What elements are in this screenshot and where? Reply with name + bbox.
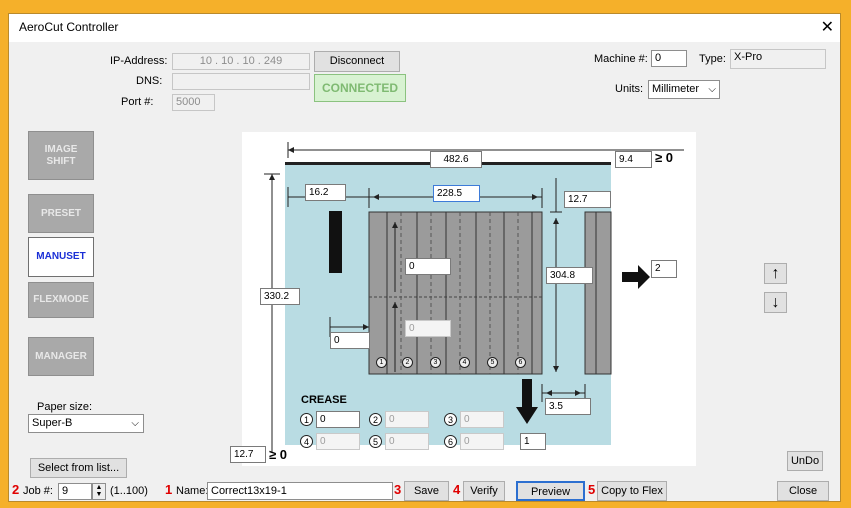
crease-marker-4: 4 [459,357,470,368]
sidebar-item-image-shift[interactable]: IMAGE SHIFT [28,131,94,180]
right-margin-note: ≥ 0 [655,150,673,165]
close-button[interactable]: Close [777,481,829,501]
top-margin-field[interactable]: 12.7 [564,191,611,208]
crease-1-field[interactable]: 0 [316,411,360,428]
crease-5-field[interactable]: 0 [385,433,429,450]
copy-to-flex-button[interactable]: Copy to Flex [597,481,667,501]
crease-index-5: 5 [369,435,382,448]
marker-2: 2 [12,482,20,497]
sheet-width-field[interactable]: 482.6 [430,151,482,168]
marker-4: 4 [453,482,461,497]
gap-field[interactable]: 3.5 [545,398,591,415]
title-bar: AeroCut Controller ✕ [9,14,840,42]
select-from-list-button[interactable]: Select from list... [30,458,127,478]
crease-index-3: 3 [444,413,457,426]
next-card-block [584,211,612,375]
dns-label: DNS: [136,75,163,87]
offset-c-field[interactable]: 0 [330,332,370,349]
job-name-field[interactable]: Correct13x19-1 [207,482,393,500]
port-label: Port #: [121,96,154,108]
crease-marker-2: 2 [402,357,413,368]
marker-3: 3 [394,482,402,497]
crease-index-2: 2 [369,413,382,426]
machine-number-label: Machine #: [594,53,648,65]
crease-count-field[interactable]: 1 [520,433,546,450]
offset-b-field[interactable]: 0 [405,320,451,337]
units-label: Units: [615,83,644,95]
window-title: AeroCut Controller [19,20,119,34]
machine-number-field[interactable]: 0 [651,50,687,67]
preview-button[interactable]: Preview [516,481,585,501]
paper-size-value: Super-B [32,417,73,429]
sidebar-item-flexmode[interactable]: FLEXMODE [28,282,94,318]
sidebar-item-manager[interactable]: MANAGER [28,337,94,376]
move-down-button[interactable]: ↓ [764,292,787,313]
chevron-down-icon: ⌵ [708,84,716,95]
job-range-label: (1..100) [110,485,148,497]
sheet-height-field[interactable]: 330.2 [260,288,300,305]
crease-2-field[interactable]: 0 [385,411,429,428]
marker-5: 5 [588,482,596,497]
disconnect-button[interactable]: Disconnect [314,51,400,72]
ip-address-label: IP-Address: [110,55,168,67]
right-margin-field[interactable]: 9.4 [615,151,652,168]
crease-index-6: 6 [444,435,457,448]
marker-1: 1 [165,482,173,497]
bottom-margin-field[interactable]: 12.7 [230,446,266,463]
ip-address-field[interactable]: 10 . 10 . 10 . 249 [172,53,310,70]
columns-field[interactable]: 2 [651,260,677,278]
verify-button[interactable]: Verify [463,481,505,501]
crease-marker-6: 6 [515,357,526,368]
job-number-spinner[interactable]: ▲ ▼ [92,483,106,500]
lead-margin-field[interactable]: 16.2 [305,184,346,201]
units-select[interactable]: Millimeter ⌵ [648,80,720,99]
card-height-field[interactable]: 304.8 [546,267,593,284]
offset-a-field[interactable]: 0 [405,258,451,275]
close-window-icon[interactable]: ✕ [821,17,834,37]
paper-size-label: Paper size: [37,401,93,413]
columns-arrow [622,265,650,289]
crease-3-field[interactable]: 0 [460,411,504,428]
sidebar-item-manuset[interactable]: MANUSET [28,237,94,277]
connection-status-badge: CONNECTED [314,74,406,102]
crease-title: CREASE [301,394,347,406]
crease-index-4: 4 [300,435,313,448]
app-window: AeroCut Controller ✕ IP-Address: 10 . 10… [8,13,841,502]
crease-6-field[interactable]: 0 [460,433,504,450]
save-button[interactable]: Save [404,481,449,501]
crease-marker-3: 3 [430,357,441,368]
paper-size-select[interactable]: Super-B ⌵ [28,414,144,433]
bottom-margin-note: ≥ 0 [269,447,287,462]
sidebar-item-preset[interactable]: PRESET [28,194,94,233]
type-label: Type: [699,53,726,65]
crease-marker-1: 1 [376,357,387,368]
crease-4-field[interactable]: 0 [316,433,360,450]
job-number-label: Job #: [23,485,53,497]
job-number-field[interactable]: 9 [58,483,92,500]
move-up-button[interactable]: ↑ [764,263,787,284]
name-label: Name: [176,485,209,497]
units-value: Millimeter [652,83,700,95]
crease-index-1: 1 [300,413,313,426]
cut-layout-diagram: 482.6 9.4 ≥ 0 16.2 228.5 12.7 330.2 304.… [242,132,696,466]
chevron-down-icon: ⌵ [131,418,139,429]
dns-field[interactable] [172,73,310,90]
port-field[interactable]: 5000 [172,94,215,111]
gripper-bar [329,211,342,273]
type-field: X-Pro [730,49,826,69]
crease-marker-5: 5 [487,357,498,368]
undo-button[interactable]: UnDo [787,451,823,471]
card-width-field[interactable]: 228.5 [433,185,480,202]
